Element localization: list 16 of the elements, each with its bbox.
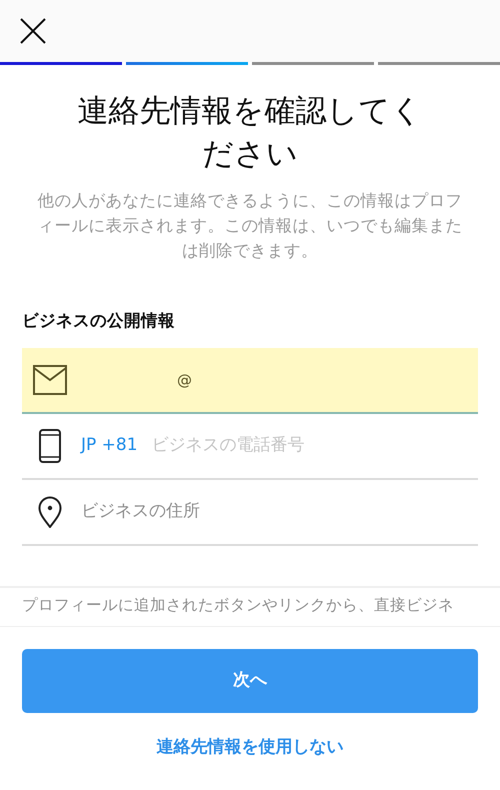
country-code[interactable]: JP +81 [81, 433, 138, 458]
skip-link[interactable]: 連絡先情報を使用しない [156, 734, 344, 760]
phone-icon [39, 428, 61, 463]
field-placeholder: ビジネスの住所 [81, 500, 200, 523]
field-value: @ [177, 370, 192, 390]
email-field[interactable]: @ [22, 348, 478, 414]
envelope-icon [33, 364, 67, 395]
close-button[interactable] [20, 18, 46, 44]
close-icon [20, 18, 46, 44]
footer-text: プロフィールに追加されたボタンやリンクから、直接ビジネ [22, 594, 455, 616]
location-pin-icon [38, 496, 62, 528]
next-button[interactable]: 次へ [22, 648, 478, 713]
description-text: 他の人があなたに連絡できるように、この情報はプロフィールに表示されます。この情報は、いつでも編集または削除できます。 [36, 190, 464, 262]
page-title: 連絡先情報を確認してください [76, 92, 424, 174]
field-placeholder: ビジネスの電話番号 [152, 434, 305, 457]
section-label: ビジネスの公開情報 [22, 310, 176, 332]
